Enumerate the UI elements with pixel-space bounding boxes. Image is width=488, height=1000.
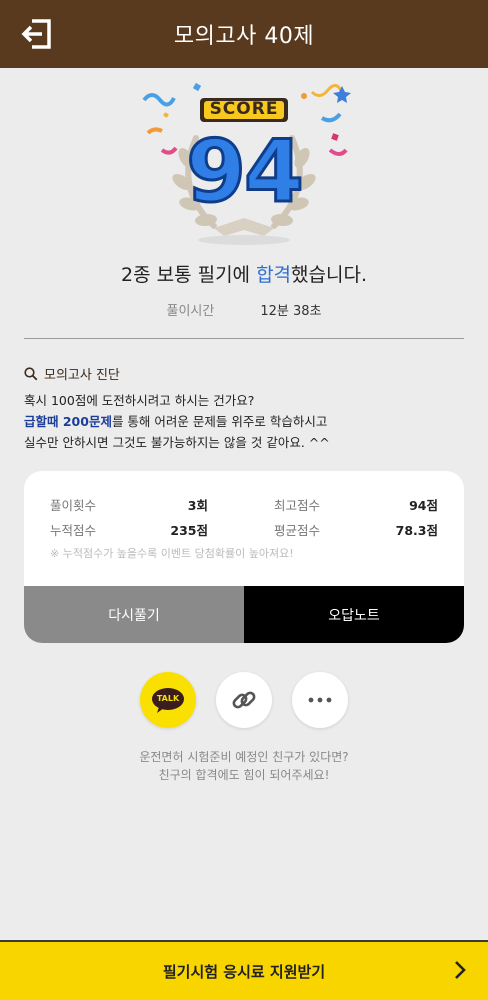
chevron-right-icon [455,961,466,979]
kakao-label: TALK [156,694,180,703]
divider [24,338,464,339]
stat-value: 235점 [170,523,208,538]
stat-label: 풀이횟수 [50,498,97,513]
wrong-answer-note-button[interactable]: 오답노트 [244,586,464,643]
link-icon [232,691,256,709]
stat-attempts: 풀이횟수 3회 [50,495,244,514]
stat-value: 3회 [187,498,208,513]
stat-average-score: 평균점수 78.3점 [244,520,438,539]
diagnosis-title: 모의고사 진단 [24,364,120,383]
stat-total-score: 누적점수 235점 [50,520,244,539]
diagnosis-title-text: 모의고사 진단 [44,368,120,383]
solve-time-value: 12분 38초 [260,304,322,319]
pass-highlight: 합격 [256,264,292,286]
stat-value: 94점 [409,498,438,513]
stat-best-score: 최고점수 94점 [244,495,438,514]
retry-button[interactable]: 다시풀기 [24,586,244,643]
result-message: 2종 보통 필기에 합격했습니다. [0,260,488,287]
copy-link-button[interactable] [216,672,272,728]
card-actions: 다시풀기 오답노트 [24,586,464,643]
back-button[interactable] [18,16,54,52]
score-value: 94 [185,122,306,222]
fee-support-label: 필기시험 응시료 지원받기 [162,962,326,981]
kakao-share-button[interactable]: TALK [140,672,196,728]
share-message: 운전면허 시험준비 예정인 친구가 있다면? 친구의 합격에도 힘이 되어주세요… [0,748,488,784]
diagnosis-line-2-rest: 를 통해 어려운 문제들 위주로 학습하시고 [111,414,328,429]
fee-support-button[interactable]: 필기시험 응시료 지원받기 [0,940,488,1000]
exit-icon [21,19,51,49]
stat-label: 평균점수 [274,523,321,538]
stat-value: 78.3점 [395,523,438,538]
score-label: SCORE [209,99,279,119]
diagnosis-line-1: 혹시 100점에 도전하시려고 하시는 건가요? [24,393,255,408]
score-badge: SCORE 94 [134,78,354,248]
share-message-line-2: 친구의 합격에도 힘이 되어주세요! [158,768,330,782]
diagnosis-link[interactable]: 급할때 200문제 [24,414,112,429]
stat-label: 누적점수 [50,523,97,538]
search-icon [24,366,38,380]
solve-time-label: 풀이시간 [166,304,215,319]
event-note: ※ 누적점수가 높을수록 이벤트 당첨확률이 높아져요! [50,547,294,560]
share-message-line-1: 운전면허 시험준비 예정인 친구가 있다면? [139,750,349,764]
more-icon [308,697,332,703]
more-share-button[interactable] [292,672,348,728]
share-row: TALK [0,672,488,728]
page-title: 모의고사 40제 [173,24,315,49]
diagnosis-text: 혹시 100점에 도전하시려고 하시는 건가요? 급할때 200문제를 통해 어… [24,390,464,453]
diagnosis-line-2: 급할때 200문제를 통해 어려운 문제들 위주로 학습하시고 [24,411,464,432]
diagnosis-line-3: 실수만 안하시면 그것도 불가능하지는 않을 것 같아요. ^^ [24,435,330,450]
stats-grid: 풀이횟수 3회 최고점수 94점 누적점수 235점 평균점수 78.3점 [24,495,464,539]
result-prefix: 2종 보통 필기에 [120,264,257,286]
stat-label: 최고점수 [274,498,321,513]
app-header: 모의고사 40제 [0,0,488,68]
result-suffix: 했습니다. [291,264,368,286]
solve-time: 풀이시간 12분 38초 [0,300,488,319]
stats-card: 풀이횟수 3회 최고점수 94점 누적점수 235점 평균점수 78.3점 ※ … [24,471,464,643]
